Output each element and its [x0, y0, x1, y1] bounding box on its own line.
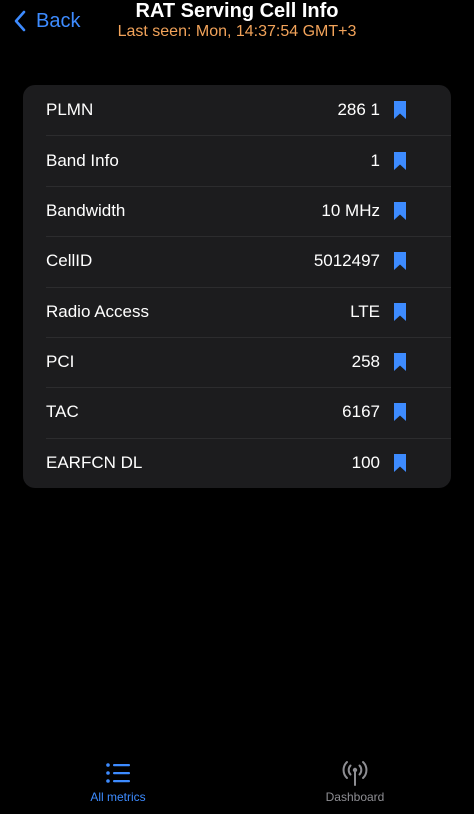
row-value: 10 MHz [321, 200, 380, 220]
row-label: PLMN [46, 100, 94, 120]
row-label: Bandwidth [46, 200, 126, 220]
row-label: CellID [46, 251, 93, 271]
row-label: TAC [46, 402, 79, 422]
row-label: Band Info [46, 150, 119, 170]
list-item: EARFCN DL 100 [23, 437, 451, 488]
row-value: 6167 [342, 402, 380, 422]
tab-dashboard[interactable]: Dashboard [295, 754, 415, 814]
list-item: Bandwidth 10 MHz [23, 185, 451, 236]
tab-bar: All metrics Dashboard [0, 754, 474, 814]
row-value: 5012497 [313, 251, 380, 271]
row-value: 286 1 [337, 100, 380, 120]
last-seen-subtitle: Last seen: Mon, 14:37:54 GMT+3 [117, 23, 357, 40]
bookmark-icon[interactable] [393, 151, 407, 171]
bookmark-icon[interactable] [393, 302, 407, 322]
bookmark-icon[interactable] [393, 453, 407, 473]
bookmark-icon[interactable] [393, 352, 407, 372]
row-label: PCI [46, 352, 75, 372]
page-title: RAT Serving Cell Info [135, 0, 339, 22]
row-value: 100 [351, 452, 380, 472]
row-value: 258 [351, 352, 380, 372]
list-item: PLMN 286 1 [23, 85, 451, 135]
tab-label: Dashboard [325, 790, 385, 804]
bookmark-icon[interactable] [393, 201, 407, 221]
tab-label: All metrics [90, 790, 146, 804]
bookmark-icon[interactable] [393, 100, 407, 120]
list-item: PCI 258 [23, 336, 451, 387]
row-value: LTE [350, 301, 380, 321]
bookmark-icon[interactable] [393, 251, 407, 271]
antenna-icon [342, 761, 368, 786]
navigation-bar: Back RAT Serving Cell Info Last seen: Mo… [0, 0, 474, 46]
list-item: Band Info 1 [23, 135, 451, 185]
row-label: Radio Access [46, 301, 149, 321]
cell-info-list: PLMN 286 1 Band Info 1 Bandwidth 10 MHz … [23, 85, 451, 488]
row-value: 1 [370, 150, 380, 170]
list-item: TAC 6167 [23, 387, 451, 437]
list-item: Radio Access LTE [23, 286, 451, 337]
list-icon [106, 763, 130, 783]
tab-all-metrics[interactable]: All metrics [58, 754, 178, 814]
row-label: EARFCN DL [46, 452, 143, 472]
bookmark-icon[interactable] [393, 402, 407, 422]
list-item: CellID 5012497 [23, 236, 451, 286]
